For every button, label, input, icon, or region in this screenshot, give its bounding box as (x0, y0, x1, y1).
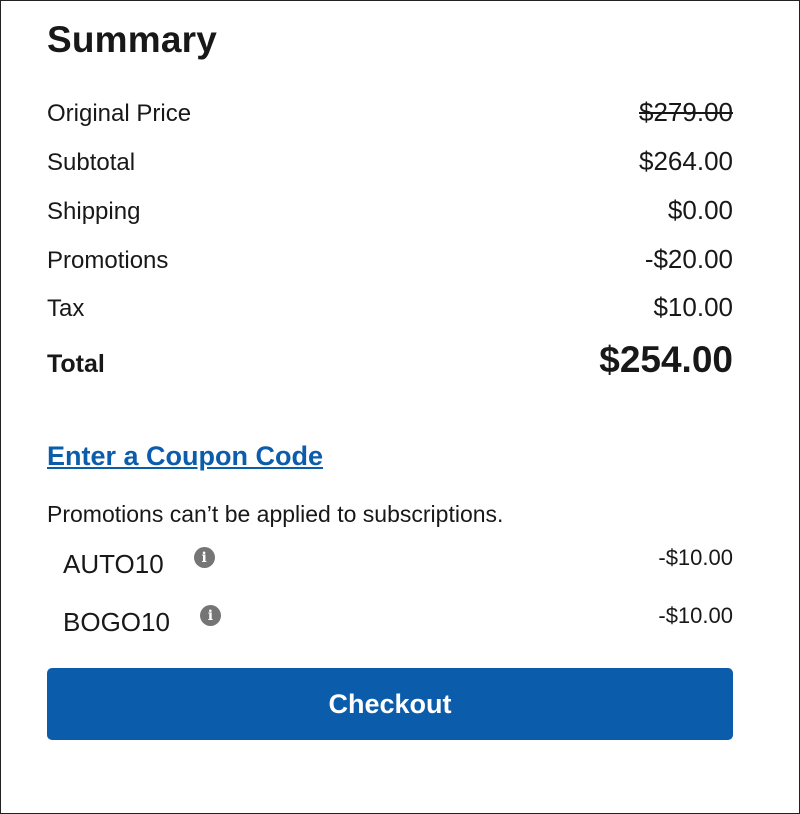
summary-panel: Summary Original Price $279.00 Subtotal … (0, 0, 800, 814)
promotion-value: -$10.00 (658, 544, 733, 570)
promotion-item-auto10: AUTO10 i -$10.00 (63, 545, 733, 580)
checkout-button[interactable]: Checkout (47, 668, 733, 740)
summary-title: Summary (47, 19, 218, 60)
summary-row-tax: Tax $10.00 (47, 292, 733, 323)
summary-row-label: Shipping (47, 198, 141, 225)
summary-row-value: $10.00 (653, 292, 733, 322)
promotion-code-group: BOGO10 i (63, 605, 221, 638)
summary-row-value: $264.00 (639, 146, 733, 176)
total-value: $254.00 (599, 339, 733, 380)
total-label: Total (47, 350, 105, 378)
promotion-code: AUTO10 (63, 549, 164, 579)
info-icon[interactable]: i (193, 547, 215, 568)
promotion-value: -$10.00 (658, 602, 733, 628)
summary-row-promotions: Promotions -$20.00 (47, 244, 733, 275)
summary-row-value: $279.00 (639, 97, 733, 127)
summary-row-label: Original Price (47, 100, 192, 127)
promotions-note: Promotions can’t be applied to subscript… (47, 501, 504, 527)
summary-row-label: Subtotal (47, 149, 136, 176)
summary-row-shipping: Shipping $0.00 (47, 195, 733, 226)
enter-coupon-code-link[interactable]: Enter a Coupon Code (47, 441, 323, 472)
info-icon[interactable]: i (199, 605, 221, 626)
summary-row-value: $0.00 (667, 195, 733, 225)
summary-row-original-price: Original Price $279.00 (47, 97, 733, 128)
promotion-code-group: AUTO10 i (63, 547, 215, 580)
summary-row-value: -$20.00 (644, 244, 733, 274)
summary-row-label: Promotions (47, 247, 169, 274)
summary-total-row: Total $254.00 (47, 339, 733, 381)
summary-row-label: Tax (47, 295, 85, 322)
promotion-item-bogo10: BOGO10 i -$10.00 (63, 603, 733, 638)
summary-row-subtotal: Subtotal $264.00 (47, 146, 733, 177)
promotion-code: BOGO10 (63, 607, 170, 637)
